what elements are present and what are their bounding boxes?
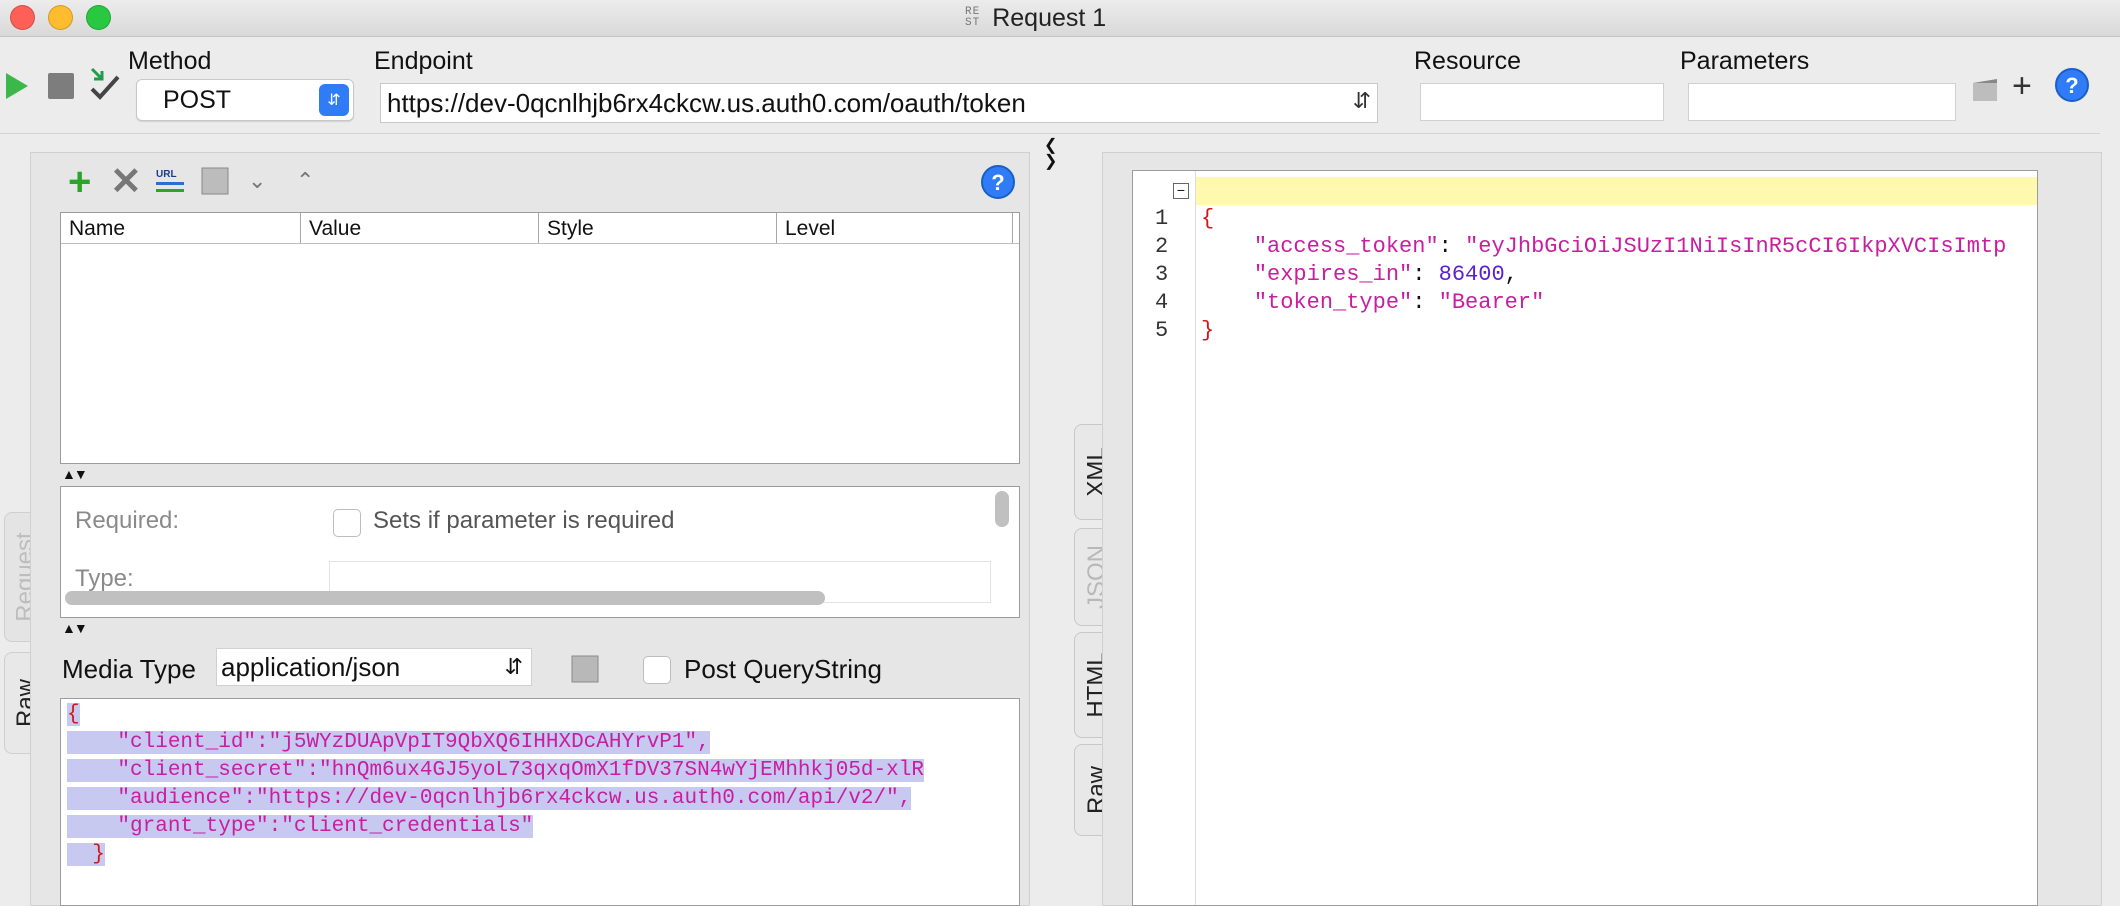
parameters-input[interactable] [1688, 83, 1956, 121]
request-toolbar: Method POST ⇵ Endpoint https://dev-0qcnl… [0, 37, 2100, 134]
url-params-icon[interactable]: URL [154, 166, 188, 196]
endpoint-input[interactable]: https://dev-0qcnlhjb6rx4ckcw.us.auth0.co… [380, 83, 1378, 123]
type-label: Type: [75, 565, 134, 592]
stop-icon[interactable] [48, 73, 74, 99]
column-header-style[interactable]: Style [539, 213, 777, 243]
add-param-icon[interactable]: + [68, 162, 91, 202]
selected-text: "audience":"https://dev-0qcnlhjb6rx4ckcw… [67, 787, 912, 810]
details-vertical-scrollbar[interactable] [995, 491, 1009, 527]
request-body-line: "client_secret":"hnQm6ux4GJ5yoL73qxqOmX1… [67, 757, 924, 785]
move-up-icon[interactable]: ⌃ [296, 168, 314, 194]
request-body-line: "grant_type":"client_credentials" [67, 813, 924, 841]
validate-icon[interactable] [88, 65, 122, 101]
response-json-viewer[interactable]: 1 2 3 4 5 − { "access_token": "eyJhbGciO… [1132, 170, 2038, 906]
json-close-brace: } [1201, 318, 1215, 343]
media-type-select[interactable]: application/json ⇵ [216, 648, 532, 686]
format-tool-icon[interactable] [1970, 75, 2000, 105]
media-type-dropdown-icon: ⇵ [504, 654, 523, 679]
params-help-icon[interactable]: ? [980, 164, 1016, 200]
json-key-access-token: "access_token" [1253, 234, 1439, 259]
fold-toggle-icon[interactable]: − [1173, 183, 1189, 199]
resource-input[interactable] [1420, 83, 1664, 121]
line-number: 3 [1155, 262, 1169, 287]
method-select[interactable]: POST ⇵ [136, 79, 354, 121]
svg-text:URL: URL [156, 169, 177, 180]
selected-text: "client_id":"j5WYzDUApVpIT9QbXQ6IHHXDcAH… [67, 731, 710, 754]
line-number: 2 [1155, 234, 1169, 259]
column-header-level[interactable]: Level [777, 213, 1013, 243]
selected-text: { [67, 703, 80, 726]
json-key-token-type: "token_type" [1253, 290, 1413, 315]
json-value-expires-in: 86400 [1438, 262, 1505, 287]
resource-label: Resource [1414, 47, 1521, 75]
json-value-access-token: "eyJhbGciOiJSUzI1NiIsInR5cCI6IkpXVCIsImt… [1465, 234, 2007, 259]
window-titlebar: RE ST Request 1 [0, 0, 2120, 37]
minimize-window-button[interactable] [48, 5, 73, 30]
method-stepper-icon: ⇵ [319, 84, 349, 116]
json-brace: } [92, 843, 105, 866]
selected-text: "client_secret":"hnQm6ux4GJ5yoL73qxqOmX1… [67, 759, 924, 782]
splitter-handle-lower[interactable]: ▲▼ [62, 620, 88, 636]
method-label: Method [128, 47, 212, 75]
required-checkbox-label: Sets if parameter is required [373, 507, 675, 534]
media-type-tool-icon[interactable] [570, 654, 600, 684]
params-toolbar: + ✕ URL ⌄ ⌃ ? [60, 162, 1020, 204]
media-type-label: Media Type [62, 654, 196, 684]
column-header-value[interactable]: Value [301, 213, 539, 243]
svg-text:?: ? [991, 170, 1004, 195]
selected-text: } [67, 843, 105, 866]
run-icon[interactable] [4, 71, 30, 101]
required-checkbox[interactable] [333, 509, 361, 537]
json-open-brace: { [1201, 206, 1215, 231]
remove-param-icon[interactable]: ✕ [110, 162, 142, 202]
post-querystring-label: Post QueryString [684, 654, 882, 684]
params-table: Name Value Style Level [60, 212, 1020, 464]
line-number: 1 [1155, 206, 1169, 231]
line-number: 5 [1155, 318, 1169, 343]
media-type-value: application/json [221, 651, 401, 682]
json-key-expires-in: "expires_in" [1253, 262, 1413, 287]
help-icon[interactable]: ? [2054, 67, 2090, 103]
request-body-line: "client_id":"j5WYzDUApVpIT9QbXQ6IHHXDcAH… [67, 729, 924, 757]
line-number: 4 [1155, 290, 1169, 315]
svg-text:?: ? [2065, 73, 2078, 98]
window-title: Request 1 [992, 3, 1107, 32]
required-label: Required: [75, 507, 180, 534]
add-icon[interactable]: + [2012, 67, 2032, 106]
endpoint-label: Endpoint [374, 47, 473, 75]
splitter-handle[interactable]: ▲▼ [62, 466, 88, 482]
endpoint-dropdown-icon[interactable]: ⇵ [1353, 88, 1371, 114]
request-body-line: { [67, 701, 924, 729]
zoom-window-button[interactable] [86, 5, 111, 30]
collapse-panes-icon[interactable]: ❮ ❯ [1044, 138, 1057, 170]
move-down-icon[interactable]: ⌄ [248, 168, 266, 194]
parameters-label: Parameters [1680, 47, 1810, 75]
endpoint-value: https://dev-0qcnlhjb6rx4ckcw.us.auth0.co… [387, 87, 1026, 118]
request-body-line: "audience":"https://dev-0qcnlhjb6rx4ckcw… [67, 785, 924, 813]
rest-request-icon: RE ST [965, 6, 981, 29]
selected-text: "grant_type":"client_credentials" [67, 815, 534, 838]
line-number-gutter: 1 2 3 4 5 − [1133, 171, 1196, 905]
params-table-header: Name Value Style Level [61, 213, 1019, 244]
post-querystring-checkbox[interactable] [643, 656, 671, 684]
details-horizontal-scrollbar[interactable] [65, 591, 825, 605]
clear-params-icon[interactable] [200, 166, 230, 196]
column-header-name[interactable]: Name [61, 213, 301, 243]
param-details-panel: Required: Sets if parameter is required … [60, 486, 1020, 618]
method-value: POST [163, 85, 232, 114]
json-value-token-type: "Bearer" [1438, 290, 1545, 315]
request-body-editor[interactable]: { "client_id":"j5WYzDUApVpIT9QbXQ6IHHXDc… [60, 698, 1020, 906]
json-brace: { [67, 703, 80, 726]
request-body-line: } [67, 841, 924, 869]
close-window-button[interactable] [10, 5, 35, 30]
